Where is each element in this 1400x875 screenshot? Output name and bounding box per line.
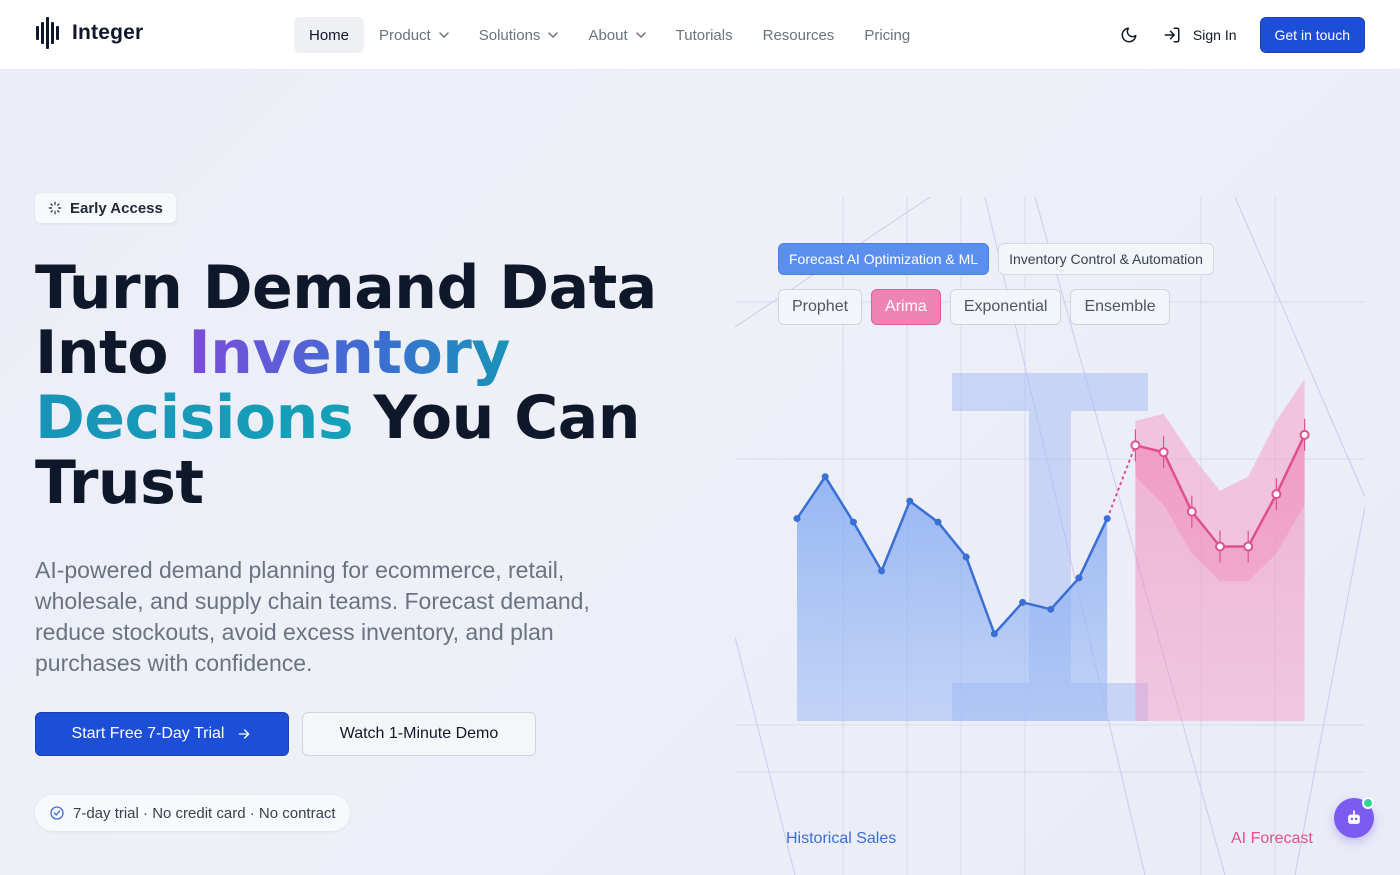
chevron-down-icon xyxy=(548,32,559,38)
arrow-right-icon xyxy=(239,729,250,739)
forecast-point xyxy=(1215,541,1225,552)
moon-icon xyxy=(1121,27,1137,43)
nav-product-label: Product xyxy=(379,26,431,44)
nav-solutions-label: Solutions xyxy=(478,26,541,44)
logo-bars-icon xyxy=(36,17,64,49)
historical-point xyxy=(1019,598,1027,606)
model-selector: Prophet Arima Exponential Ensemble xyxy=(778,289,1170,325)
online-status-dot xyxy=(1362,797,1374,809)
headline-line1: Turn Demand Data xyxy=(35,253,657,323)
forecast-point xyxy=(1299,429,1310,440)
forecast-point xyxy=(1130,440,1141,451)
historical-point xyxy=(1103,515,1111,523)
legend-historical-sales: Historical Sales xyxy=(786,830,897,847)
trust-note-label: 7-day trial · No credit card · No contra… xyxy=(73,804,336,822)
log-in-icon xyxy=(1164,27,1180,43)
hero-headline: Turn Demand Data Into Inventory Decision… xyxy=(35,256,675,516)
nav-product[interactable]: Product xyxy=(364,17,464,53)
tab-forecast-ai[interactable]: Forecast AI Optimization & ML xyxy=(778,243,990,275)
start-trial-button[interactable]: Start Free 7-Day Trial xyxy=(35,712,289,756)
nav-solutions[interactable]: Solutions xyxy=(464,17,574,53)
top-navbar: Integer Home Product Solutions About Tut… xyxy=(0,0,1400,70)
historical-point xyxy=(990,630,998,638)
historical-point xyxy=(878,567,886,575)
headline-highlight-inventory: Inventory xyxy=(188,318,511,388)
headline-line2: Into xyxy=(35,318,189,388)
legend-ai-forecast: AI Forecast xyxy=(1231,830,1313,847)
sparkle-icon xyxy=(48,201,62,215)
nav-resources[interactable]: Resources xyxy=(748,17,850,53)
nav-pricing-label: Pricing xyxy=(864,26,911,44)
early-access-badge: Early Access xyxy=(35,193,176,223)
main-nav: Home Product Solutions About Tutorials R… xyxy=(294,17,925,53)
nav-resources-label: Resources xyxy=(762,26,835,44)
historical-point xyxy=(1075,574,1083,582)
historical-point xyxy=(1047,605,1055,613)
headline-line4: Trust xyxy=(35,448,204,518)
nav-pricing[interactable]: Pricing xyxy=(849,17,925,53)
historical-point xyxy=(849,518,857,526)
headline-highlight-decisions: Decisions xyxy=(35,383,354,453)
forecast-point xyxy=(1158,447,1169,458)
theme-toggle-button[interactable] xyxy=(1111,17,1147,53)
hero-subtext: AI-powered demand planning for ecommerce… xyxy=(35,557,590,676)
sign-in-link[interactable]: Sign In xyxy=(1163,26,1237,44)
watch-demo-button[interactable]: Watch 1-Minute Demo xyxy=(302,712,536,756)
feature-tabs: Forecast AI Optimization & ML Inventory … xyxy=(778,243,1214,275)
forecast-point xyxy=(1186,506,1197,517)
historical-point xyxy=(906,497,914,505)
nav-home-label: Home xyxy=(309,26,350,44)
chevron-down-icon xyxy=(635,32,646,38)
robot-icon xyxy=(1348,810,1360,824)
start-trial-label: Start Free 7-Day Trial xyxy=(71,725,225,742)
nav-about[interactable]: About xyxy=(573,17,660,53)
get-in-touch-button[interactable]: Get in touch xyxy=(1259,17,1365,53)
historical-point xyxy=(821,473,829,481)
model-prophet[interactable]: Prophet xyxy=(778,289,863,325)
tab-inventory-control[interactable]: Inventory Control & Automation xyxy=(998,243,1214,275)
forecast-point xyxy=(1271,489,1282,500)
brand-logo[interactable]: Integer xyxy=(36,17,143,49)
historical-point xyxy=(793,515,801,523)
forecast-point xyxy=(1243,541,1254,552)
nav-actions: Sign In Get in touch xyxy=(1111,17,1365,53)
nav-home[interactable]: Home xyxy=(294,17,365,53)
model-ensemble[interactable]: Ensemble xyxy=(1070,289,1170,325)
chevron-down-icon xyxy=(438,32,449,38)
model-exponential[interactable]: Exponential xyxy=(949,289,1062,325)
model-arima[interactable]: Arima xyxy=(871,289,941,325)
nav-about-label: About xyxy=(588,26,628,44)
sign-in-label: Sign In xyxy=(1192,27,1237,43)
headline-line3: You Can xyxy=(353,383,640,453)
brand-name: Integer xyxy=(72,21,144,44)
badge-label: Early Access xyxy=(70,199,163,217)
nav-tutorials-label: Tutorials xyxy=(675,26,733,44)
nav-tutorials[interactable]: Tutorials xyxy=(661,17,748,53)
historical-point xyxy=(934,518,942,526)
historical-point xyxy=(962,553,970,561)
trust-note: 7-day trial · No credit card · No contra… xyxy=(35,795,350,831)
check-circle-icon xyxy=(50,806,64,820)
chat-assistant-button[interactable] xyxy=(1334,797,1374,838)
forecast-connector-line xyxy=(1106,444,1137,519)
